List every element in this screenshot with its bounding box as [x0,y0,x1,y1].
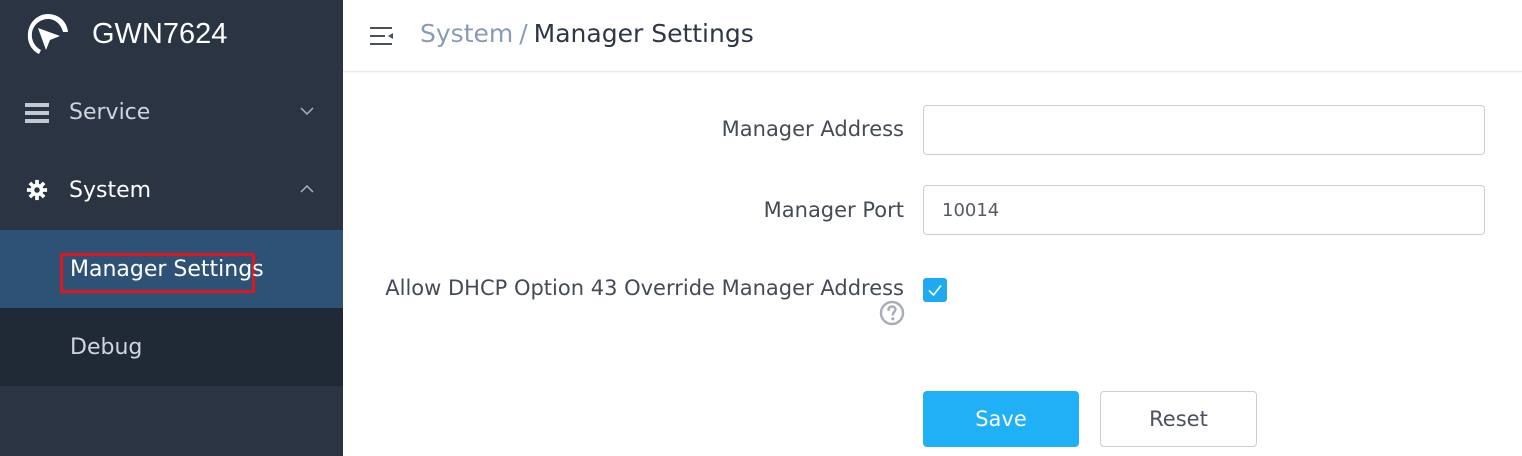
sidebar-item-service[interactable]: Service [0,74,343,152]
grandstream-logo-icon [27,14,68,54]
manager-settings-form: Manager Address Manager Port Allow DHCP … [343,73,1522,456]
save-button[interactable]: Save [923,391,1079,447]
breadcrumb: System / Manager Settings [420,17,754,51]
sidebar-subitem-debug[interactable]: Debug [0,308,343,386]
product-name: GWN7624 [92,18,228,50]
list-icon [25,103,49,123]
app: GWN7624 Service System Manager Settings … [0,0,1522,456]
question-circle-icon[interactable] [879,300,905,326]
breadcrumb-separator: / [519,19,528,48]
sidebar-subitem-label: Manager Settings [70,257,264,282]
gear-icon [26,179,48,201]
checkmark-icon [928,285,942,297]
page-header: System / Manager Settings [343,0,1522,72]
menu-collapse-icon[interactable] [368,24,396,48]
manager-port-label: Manager Port [763,198,904,222]
sidebar-item-label: Service [69,100,151,125]
sidebar-subitem-manager-settings[interactable]: Manager Settings [0,230,343,308]
manager-address-input[interactable] [923,105,1485,155]
chevron-up-icon [300,184,314,193]
brand: GWN7624 [0,0,343,72]
manager-address-label: Manager Address [721,117,904,141]
sidebar: GWN7624 Service System Manager Settings … [0,0,343,456]
sidebar-subitem-label: Debug [70,335,143,360]
chevron-down-icon [300,107,314,116]
sidebar-item-system[interactable]: System [0,152,343,230]
page-title: Manager Settings [533,19,754,48]
breadcrumb-parent[interactable]: System [420,19,513,48]
dhcp-override-checkbox[interactable] [923,278,947,302]
manager-port-input[interactable] [923,185,1485,235]
reset-button[interactable]: Reset [1100,391,1257,447]
sidebar-item-label: System [69,178,152,203]
dhcp-override-label: Allow DHCP Option 43 Override Manager Ad… [385,276,904,300]
